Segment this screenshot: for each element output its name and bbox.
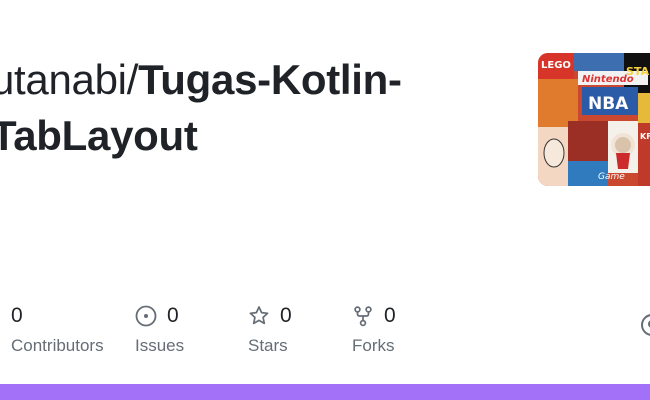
contributors-count: 0 [11, 304, 23, 327]
collage-word-starwars: STAR WARS [626, 65, 650, 78]
forks-count: 0 [384, 304, 396, 327]
github-logo-icon [640, 313, 650, 337]
repo-owner[interactable]: utanabi/ [0, 56, 138, 103]
stars-label: Stars [248, 336, 288, 355]
stat-forks[interactable]: 0 Forks [352, 302, 396, 356]
collage-word-nba: NBA [588, 94, 629, 114]
issues-label: Issues [135, 336, 185, 355]
repo-title[interactable]: utanabi/Tugas-Kotlin-TabLayout [0, 52, 511, 164]
stars-count: 0 [280, 304, 292, 327]
stat-contributors[interactable]: 0 Contributors [11, 302, 104, 356]
owner-avatar[interactable]: LEGO Nintendo NBA STAR WARS KFC Game [538, 53, 650, 186]
stat-issues[interactable]: 0 Issues [135, 302, 184, 356]
repo-social-card: utanabi/Tugas-Kotlin-TabLayout LEGO Nint… [0, 0, 650, 400]
collage-word-game: Game [598, 172, 625, 182]
issue-circle-icon [135, 305, 157, 327]
collage-word-kfc: KFC [640, 132, 650, 141]
contributors-label: Contributors [11, 336, 104, 355]
fork-icon [352, 305, 374, 327]
collage-avatar-image: LEGO Nintendo NBA STAR WARS KFC Game [538, 53, 650, 186]
language-color-bar [0, 384, 650, 400]
collage-word-lego: LEGO [541, 60, 571, 71]
forks-label: Forks [352, 336, 395, 355]
issues-count: 0 [167, 304, 179, 327]
star-icon [248, 305, 270, 327]
stat-stars[interactable]: 0 Stars [248, 302, 292, 356]
